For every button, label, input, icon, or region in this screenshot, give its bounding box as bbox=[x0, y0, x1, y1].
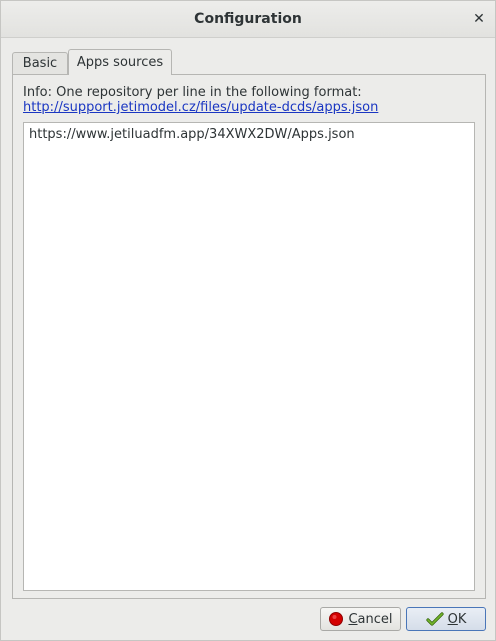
apps-sources-panel: Info: One repository per line in the fol… bbox=[12, 74, 486, 599]
dialog-title: Configuration bbox=[194, 11, 302, 27]
close-icon[interactable]: ✕ bbox=[469, 9, 489, 29]
ok-label: OK bbox=[447, 611, 467, 627]
ok-check-icon bbox=[426, 611, 444, 627]
ok-button[interactable]: OK bbox=[406, 607, 486, 631]
tab-apps-sources[interactable]: Apps sources bbox=[68, 49, 172, 75]
info-block: Info: One repository per line in the fol… bbox=[23, 85, 378, 115]
configuration-dialog: Configuration ✕ Basic Apps sources Info:… bbox=[0, 0, 496, 641]
cancel-button[interactable]: Cancel bbox=[320, 607, 401, 631]
tab-basic[interactable]: Basic bbox=[12, 52, 68, 75]
format-link[interactable]: http://support.jetimodel.cz/files/update… bbox=[23, 100, 378, 115]
repositories-textarea[interactable]: https://www.jetiluadfm.app/34XWX2DW/Apps… bbox=[23, 122, 475, 591]
cancel-label: Cancel bbox=[348, 611, 393, 627]
cancel-icon bbox=[328, 611, 344, 627]
info-text: Info: One repository per line in the fol… bbox=[23, 85, 362, 100]
title-bar[interactable]: Configuration ✕ bbox=[1, 1, 495, 38]
